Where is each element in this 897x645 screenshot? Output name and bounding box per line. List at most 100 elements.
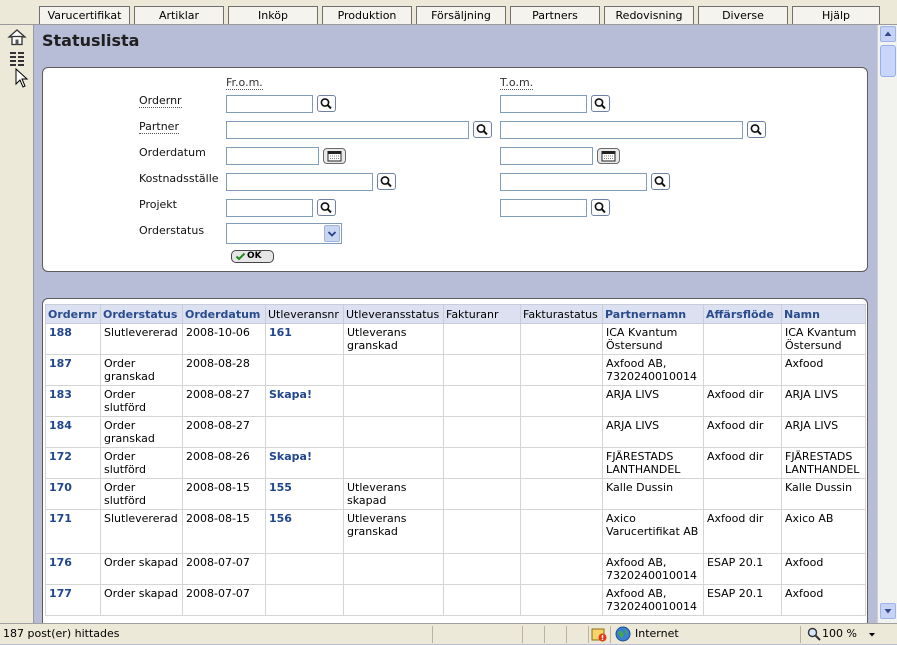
ordernr-link[interactable]: 187 [45,354,101,386]
orderdatum-label: Orderdatum [139,146,206,159]
home-icon[interactable] [7,28,27,46]
utleveransnr-link[interactable]: Skapa! [265,385,344,417]
partner-from-search-button[interactable] [473,121,492,138]
table-row: 188 Slutlevererad 2008-10-06 161 Utlever… [45,323,866,355]
kostnadsstalle-from-search-button[interactable] [377,173,396,190]
namn-cell: ARJA LIVS [781,385,866,417]
tab-partners[interactable]: Partners [510,6,600,24]
column-header-orderdatum[interactable]: Orderdatum [182,304,266,324]
column-header-partnernamn[interactable]: Partnernamn [602,304,704,324]
orderstatus-cell: Order granskad [100,416,183,448]
fakturanr-cell [443,509,521,554]
scroll-up-arrow-icon[interactable] [880,26,896,42]
partner-from-input[interactable] [226,121,469,139]
ordernr-from-search-button[interactable] [317,95,336,112]
utleveransnr-link[interactable] [265,584,344,616]
orderdatum-cell: 2008-08-26 [182,447,266,479]
table-row: 171 Slutlevererad 2008-08-15 156 Utlever… [45,509,866,554]
scroll-down-arrow-icon[interactable] [880,603,896,619]
fakturanr-cell [443,478,521,510]
ordernr-link[interactable]: 172 [45,447,101,479]
utleveransnr-link[interactable]: 161 [265,323,344,355]
scroll-thumb[interactable] [880,45,896,77]
tab-hjalp[interactable]: Hjälp [792,6,880,24]
kostnadsstalle-to-input[interactable] [500,173,647,191]
orderdatum-cell: 2008-08-15 [182,478,266,510]
ordernr-to-input[interactable] [500,95,587,113]
column-header-ordernr[interactable]: Ordernr [45,304,101,324]
table-header-row: Ordernr Orderstatus Orderdatum Utleveran… [45,304,866,324]
partnernamn-cell: Axfood AB, 7320240010014 [602,553,704,585]
partnernamn-cell: Kalle Dussin [602,478,704,510]
projekt-from-search-button[interactable] [317,199,336,216]
ordernr-to-search-button[interactable] [591,95,610,112]
utleveransnr-link[interactable] [265,416,344,448]
orderdatum-from-input[interactable] [226,147,319,165]
projekt-from-input[interactable] [226,199,313,217]
namn-cell: Axfood [781,584,866,616]
namn-cell: Axico AB [781,509,866,554]
zoom-control[interactable]: 100 % [800,626,897,643]
partner-to-input[interactable] [500,121,743,139]
utleveransnr-link[interactable] [265,553,344,585]
namn-cell: Axfood [781,354,866,386]
namn-cell: Axfood [781,553,866,585]
zoom-dropdown-arrow-icon[interactable] [867,627,877,644]
column-header-orderstatus[interactable]: Orderstatus [100,304,183,324]
column-header-affarsflode[interactable]: Affärsflöde [703,304,782,324]
fakturanr-cell [443,354,521,386]
kostnadsstalle-from-input[interactable] [226,173,373,191]
utleveransnr-link[interactable]: 155 [265,478,344,510]
tab-inkop[interactable]: Inköp [228,6,318,24]
partnernamn-cell: Axfood AB, 7320240010014 [602,354,704,386]
status-segment [588,626,610,643]
ordernr-link[interactable]: 183 [45,385,101,417]
tab-forsaljning[interactable]: Försäljning [416,6,506,24]
ordernr-link[interactable]: 188 [45,323,101,355]
ordernr-link[interactable]: 171 [45,509,101,554]
vertical-scrollbar[interactable] [877,25,897,623]
partner-to-search-button[interactable] [747,121,766,138]
status-segment [522,626,544,643]
column-header-utleveransnr: Utleveransnr [265,304,344,324]
calendar-icon [327,151,342,162]
ordernr-link[interactable]: 176 [45,553,101,585]
orderstatus-select[interactable] [226,223,342,244]
fakturastatus-cell [520,478,603,510]
orderstatus-cell: Order slutförd [100,478,183,510]
orderdatum-to-calendar-button[interactable] [597,148,620,164]
affarsflode-cell: ESAP 20.1 [703,584,782,616]
fakturastatus-cell [520,509,603,554]
tab-redovisning[interactable]: Redovisning [604,6,694,24]
utleveransnr-link[interactable]: 156 [265,509,344,554]
ordernr-from-input[interactable] [226,95,313,113]
column-header-namn[interactable]: Namn [781,304,866,324]
namn-cell: FJÄRESTADS LANTHANDEL [781,447,866,479]
tab-produktion[interactable]: Produktion [322,6,412,24]
table-row: 177 Order skapad 2008-07-07 Axfood AB, 7… [45,584,866,616]
orderstatus-cell: Slutlevererad [100,509,183,554]
tab-diverse[interactable]: Diverse [698,6,788,24]
ordernr-link[interactable]: 170 [45,478,101,510]
dropdown-arrow-icon[interactable] [324,225,340,242]
main-content: Statuslista Fr.o.m. T.o.m. Ordernr Partn… [34,25,877,623]
projekt-to-search-button[interactable] [591,199,610,216]
zoom-magnifier-icon [806,626,822,645]
utleveransstatus-cell [343,447,444,479]
ordernr-link[interactable]: 177 [45,584,101,616]
kostnadsstalle-to-search-button[interactable] [651,173,670,190]
ok-button[interactable]: OK [231,250,274,263]
tab-varucertifikat[interactable]: Varucertifikat [39,6,130,24]
utleveransnr-link[interactable] [265,354,344,386]
orderdatum-to-input[interactable] [500,147,593,165]
security-warning-icon[interactable] [591,626,607,645]
list-icon[interactable] [7,50,27,68]
orderdatum-from-calendar-button[interactable] [323,148,346,164]
tab-artiklar[interactable]: Artiklar [134,6,224,24]
ordernr-link[interactable]: 184 [45,416,101,448]
partnernamn-cell: Axico Varucertifikat AB [602,509,704,554]
affarsflode-cell: Axfood dir [703,447,782,479]
internet-globe-icon [615,626,631,645]
utleveransnr-link[interactable]: Skapa! [265,447,344,479]
projekt-to-input[interactable] [500,199,587,217]
